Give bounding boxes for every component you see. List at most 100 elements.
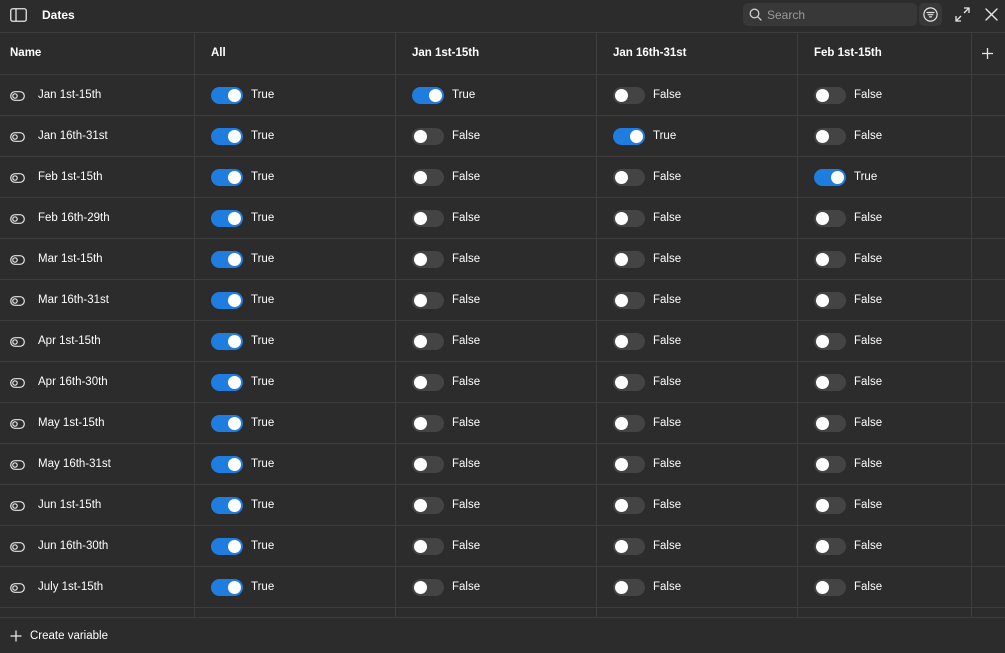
boolean-toggle[interactable] (412, 87, 444, 104)
variable-name[interactable]: Feb 16th-29th (38, 198, 110, 239)
boolean-toggle[interactable] (211, 87, 243, 104)
boolean-toggle[interactable] (211, 415, 243, 432)
boolean-toggle[interactable] (613, 579, 645, 596)
boolean-toggle[interactable] (814, 333, 846, 350)
boolean-toggle[interactable] (211, 497, 243, 514)
table-row[interactable]: Mar 1st-15th True False False False (0, 239, 1005, 280)
boolean-toggle[interactable] (211, 251, 243, 268)
table-row[interactable]: Jan 1st-15th True True False False (0, 75, 1005, 116)
boolean-toggle[interactable] (412, 415, 444, 432)
boolean-toggle[interactable] (412, 579, 444, 596)
boolean-toggle[interactable] (814, 251, 846, 268)
table-row[interactable]: Apr 16th-30th True False False False (0, 362, 1005, 403)
boolean-toggle[interactable] (613, 374, 645, 391)
boolean-toggle[interactable] (814, 374, 846, 391)
boolean-toggle[interactable] (613, 292, 645, 309)
boolean-value-label: False (653, 294, 682, 306)
variable-name[interactable]: Mar 1st-15th (38, 239, 103, 280)
boolean-toggle[interactable] (412, 374, 444, 391)
table-row[interactable]: Jun 1st-15th True False False False (0, 485, 1005, 526)
boolean-toggle[interactable] (613, 210, 645, 227)
sidebar-icon[interactable] (10, 8, 27, 22)
variable-name[interactable]: Jan 1st-15th (38, 75, 101, 116)
table-row[interactable]: May 1st-15th True False False False (0, 403, 1005, 444)
close-button[interactable] (982, 5, 1001, 24)
variable-name[interactable]: May 16th-31st (38, 444, 111, 485)
boolean-toggle[interactable] (412, 169, 444, 186)
boolean-toggle[interactable] (412, 456, 444, 473)
toggle-knob (429, 89, 442, 102)
boolean-toggle[interactable] (412, 538, 444, 555)
boolean-toggle[interactable] (211, 210, 243, 227)
boolean-toggle[interactable] (613, 128, 645, 145)
toggle-knob (615, 458, 628, 471)
expand-button[interactable] (953, 5, 972, 24)
add-column-button[interactable] (980, 46, 995, 61)
column-header-name[interactable]: Name (10, 33, 41, 74)
toggle-knob (831, 171, 844, 184)
column-header-jan16[interactable]: Jan 16th-31st (613, 33, 687, 74)
boolean-toggle[interactable] (211, 538, 243, 555)
boolean-value-label: True (251, 253, 275, 265)
boolean-toggle[interactable] (211, 456, 243, 473)
boolean-toggle[interactable] (814, 87, 846, 104)
boolean-toggle[interactable] (211, 169, 243, 186)
table-row[interactable]: Apr 1st-15th True False False False (0, 321, 1005, 362)
toggle-variable-icon (10, 89, 26, 101)
column-header-jan1[interactable]: Jan 1st-15th (412, 33, 479, 74)
variable-name[interactable]: Feb 1st-15th (38, 157, 103, 198)
boolean-toggle[interactable] (814, 169, 846, 186)
boolean-toggle[interactable] (412, 210, 444, 227)
variable-name[interactable]: July 1st-15th (38, 567, 103, 608)
boolean-toggle[interactable] (613, 333, 645, 350)
boolean-toggle[interactable] (613, 415, 645, 432)
boolean-toggle[interactable] (814, 128, 846, 145)
boolean-toggle[interactable] (211, 292, 243, 309)
table-row[interactable]: Feb 1st-15th True False False True (0, 157, 1005, 198)
variable-name[interactable]: Jan 16th-31st (38, 116, 108, 157)
filter-button[interactable] (919, 3, 942, 26)
boolean-toggle[interactable] (613, 497, 645, 514)
boolean-toggle[interactable] (814, 497, 846, 514)
table-row[interactable]: May 16th-31st True False False False (0, 444, 1005, 485)
boolean-toggle[interactable] (412, 497, 444, 514)
column-header-feb1[interactable]: Feb 1st-15th (814, 33, 882, 74)
boolean-value-label: False (452, 335, 481, 347)
boolean-toggle[interactable] (613, 456, 645, 473)
variable-name[interactable]: May 1st-15th (38, 403, 104, 444)
table-row[interactable]: July 1st-15th True False False False (0, 567, 1005, 608)
search-input[interactable] (767, 5, 912, 24)
toggle-knob (414, 417, 427, 430)
column-header-all[interactable]: All (211, 33, 226, 74)
variable-name[interactable]: Jun 1st-15th (38, 485, 101, 526)
boolean-toggle[interactable] (814, 456, 846, 473)
create-variable-button[interactable]: Create variable (10, 618, 108, 653)
variable-name[interactable]: Apr 16th-30th (38, 362, 108, 403)
boolean-toggle[interactable] (211, 374, 243, 391)
boolean-toggle[interactable] (613, 251, 645, 268)
boolean-toggle[interactable] (814, 579, 846, 596)
boolean-toggle[interactable] (814, 210, 846, 227)
boolean-toggle[interactable] (613, 538, 645, 555)
boolean-toggle[interactable] (412, 128, 444, 145)
variables-panel: Dates Search Name All Jan 1st-15th Jan 1… (0, 0, 1005, 653)
variable-name[interactable]: Jun 16th-30th (38, 526, 108, 567)
boolean-toggle[interactable] (814, 415, 846, 432)
boolean-toggle[interactable] (211, 128, 243, 145)
table-row[interactable]: Mar 16th-31st True False False False (0, 280, 1005, 321)
boolean-toggle[interactable] (211, 579, 243, 596)
boolean-toggle[interactable] (412, 333, 444, 350)
boolean-toggle[interactable] (814, 292, 846, 309)
variable-name[interactable]: Mar 16th-31st (38, 280, 109, 321)
boolean-toggle[interactable] (814, 538, 846, 555)
boolean-toggle[interactable] (412, 292, 444, 309)
search-box[interactable] (743, 3, 917, 26)
table-row[interactable]: Jun 16th-30th True False False False (0, 526, 1005, 567)
table-row[interactable]: Feb 16th-29th True False False False (0, 198, 1005, 239)
boolean-toggle[interactable] (613, 87, 645, 104)
boolean-toggle[interactable] (211, 333, 243, 350)
boolean-toggle[interactable] (613, 169, 645, 186)
boolean-toggle[interactable] (412, 251, 444, 268)
variable-name[interactable]: Apr 1st-15th (38, 321, 101, 362)
table-row[interactable]: Jan 16th-31st True False True False (0, 116, 1005, 157)
